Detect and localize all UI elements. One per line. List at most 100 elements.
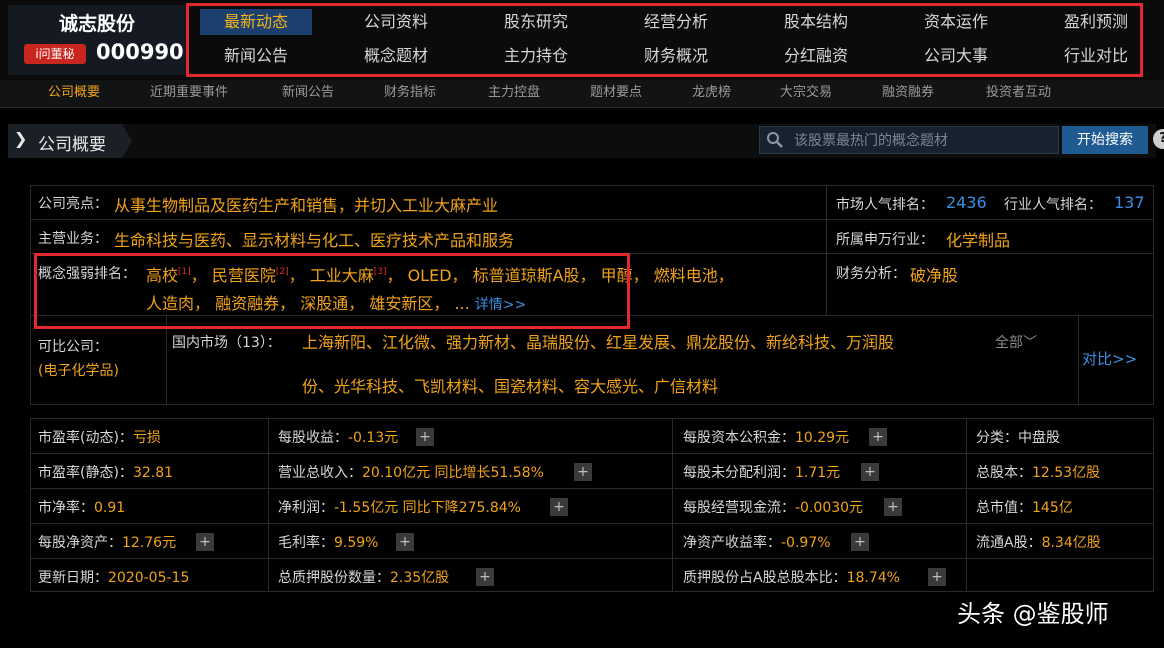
- plus-icon[interactable]: +: [861, 463, 879, 481]
- divider: [30, 488, 1154, 489]
- metric-label: 每股经营现金流：: [683, 500, 795, 516]
- metric-value: 中盘股: [1018, 430, 1060, 446]
- metric-label: 质押股份占A股总股本比：: [683, 570, 847, 586]
- business-label: 主营业务：: [38, 231, 108, 247]
- plus-icon[interactable]: +: [928, 568, 946, 586]
- ask-secretary-button[interactable]: i问董秘: [24, 44, 86, 64]
- industry-rank-value: 137: [1114, 193, 1145, 212]
- subnav-announcements[interactable]: 新闻公告: [282, 81, 334, 105]
- metric-label: 市盈率(动态)：: [38, 430, 133, 446]
- metric-pe-static: 市盈率(静态)：32.81: [38, 462, 173, 482]
- market-rank-label: 市场人气排名：: [836, 197, 934, 213]
- metric-label: 每股收益：: [278, 430, 348, 446]
- search-placeholder: 该股票最热门的概念题材: [794, 133, 948, 149]
- metric-label: 每股未分配利润：: [683, 465, 795, 481]
- metric-value: 145亿: [1032, 500, 1073, 516]
- metric-label: 每股资本公积金：: [683, 430, 795, 446]
- plus-icon[interactable]: +: [550, 498, 568, 516]
- concept-item[interactable]: 燃料电池: [654, 266, 718, 285]
- plus-icon[interactable]: +: [196, 533, 214, 551]
- subnav-recent-events[interactable]: 近期重要事件: [150, 81, 228, 105]
- metric-label: 总质押股份数量：: [278, 570, 390, 586]
- metric-roe: 净资产收益率：-0.97%: [683, 532, 831, 552]
- metric-pledged-shares: 总质押股份数量：2.35亿股: [278, 567, 449, 587]
- metric-label: 营业总收入：: [278, 465, 362, 481]
- subnav-financial-indicators[interactable]: 财务指标: [384, 81, 436, 105]
- metric-label: 分类：: [976, 430, 1018, 446]
- metric-value: -0.97%: [781, 535, 831, 551]
- industry-rank-label: 行业人气排名：: [1004, 197, 1102, 213]
- subnav-block-trade[interactable]: 大宗交易: [780, 81, 832, 105]
- divider: [30, 453, 1154, 454]
- comparable-label: 可比公司：: [38, 339, 108, 355]
- subnav-theme-points[interactable]: 题材要点: [590, 81, 642, 105]
- plus-icon[interactable]: +: [574, 463, 592, 481]
- metric-label: 每股净资产：: [38, 535, 122, 551]
- watermark: 头条 @鉴股师: [957, 600, 1109, 628]
- metric-pledge-ratio: 质押股份占A股总股本比：18.74%: [683, 567, 900, 587]
- metric-value: -0.13元: [348, 430, 399, 446]
- metric-label: 总市值：: [976, 500, 1032, 516]
- metric-value: 12.76元: [122, 535, 177, 551]
- metric-value: 10.29元: [795, 430, 850, 446]
- search-icon: [767, 132, 783, 148]
- sw-industry-value: 化学制品: [946, 231, 1011, 250]
- metric-value: 亏损: [132, 430, 161, 446]
- section-title: 公司概要: [38, 135, 106, 155]
- metric-gross-margin: 毛利率：9.59%: [278, 532, 378, 552]
- subnav-investor-interaction[interactable]: 投资者互动: [986, 81, 1051, 105]
- metric-value: -0.0030元: [795, 500, 864, 516]
- metric-pe-dynamic: 市盈率(动态)：亏损: [38, 427, 161, 447]
- metric-category: 分类：中盘股: [976, 427, 1060, 447]
- comparable-list-line1[interactable]: 上海新阳、江化微、强力新材、晶瑞股份、红星发展、鼎龙股份、新纶科技、万润股: [302, 329, 894, 353]
- metric-label: 市盈率(静态)：: [38, 465, 133, 481]
- sw-industry-label: 所属申万行业：: [836, 232, 934, 248]
- plus-icon[interactable]: +: [884, 498, 902, 516]
- divider: [30, 523, 1154, 524]
- metric-label: 净利润：: [278, 500, 334, 516]
- divider: [1078, 315, 1079, 405]
- metric-total-shares: 总股本：12.53亿股: [976, 462, 1100, 482]
- business-value: 生命科技与医药、显示材料与化工、医疗技术产品和服务: [114, 231, 515, 250]
- plus-icon[interactable]: +: [869, 428, 887, 446]
- subnav-dragon-tiger[interactable]: 龙虎榜: [692, 81, 731, 105]
- market-rank-value: 2436: [946, 193, 987, 212]
- plus-icon[interactable]: +: [476, 568, 494, 586]
- plus-icon[interactable]: +: [396, 533, 414, 551]
- subnav-margin-trading[interactable]: 融资融券: [882, 81, 934, 105]
- metric-value: 9.59%: [334, 535, 379, 551]
- subnav-company-summary[interactable]: 公司概要: [48, 81, 100, 105]
- divider: [268, 418, 269, 592]
- comparable-category: (电子化学品): [38, 363, 119, 379]
- domestic-market-label: 国内市场（13）：: [172, 335, 281, 351]
- highlight-label: 公司亮点：: [38, 196, 108, 212]
- metric-value: 20.10亿元 同比增长51.58%: [362, 465, 544, 481]
- divider: [826, 185, 827, 315]
- metric-undistributed-profit: 每股未分配利润：1.71元: [683, 462, 840, 482]
- subnav-main-control[interactable]: 主力控盘: [488, 81, 540, 105]
- comparable-list-line2[interactable]: 份、光华科技、飞凯材料、国瓷材料、容大感光、广信材料: [302, 373, 718, 397]
- metric-value: 1.71元: [795, 465, 841, 481]
- start-search-button[interactable]: 开始搜索: [1062, 126, 1148, 154]
- metric-value: 12.53亿股: [1032, 465, 1101, 481]
- metric-value: 2.35亿股: [390, 570, 450, 586]
- divider: [672, 418, 673, 592]
- highlight-box-concepts: [34, 253, 630, 329]
- metric-update-date: 更新日期：2020-05-15: [38, 567, 189, 587]
- metric-value: 2020-05-15: [108, 570, 190, 586]
- stock-name: 诚志股份: [58, 13, 135, 35]
- metric-net-profit: 净利润：-1.55亿元 同比下降275.84%: [278, 497, 521, 517]
- metric-float-shares: 流通A股：8.34亿股: [976, 532, 1101, 552]
- fin-analysis-label: 财务分析：: [836, 266, 906, 282]
- compare-link[interactable]: 对比>>: [1082, 348, 1137, 369]
- metric-operating-cashflow: 每股经营现金流：-0.0030元: [683, 497, 863, 517]
- metric-value: 32.81: [132, 465, 174, 481]
- plus-icon[interactable]: +: [851, 533, 869, 551]
- metric-value: 8.34亿股: [1041, 535, 1101, 551]
- highlight-value: 从事生物制品及医药生产和销售，并切入工业大麻产业: [114, 196, 499, 215]
- metric-label: 市净率：: [38, 500, 94, 516]
- all-dropdown[interactable]: 全部﹀: [995, 332, 1037, 352]
- plus-icon[interactable]: +: [416, 428, 434, 446]
- chevron-down-icon: ﹀: [1023, 335, 1037, 351]
- divider: [30, 558, 1154, 559]
